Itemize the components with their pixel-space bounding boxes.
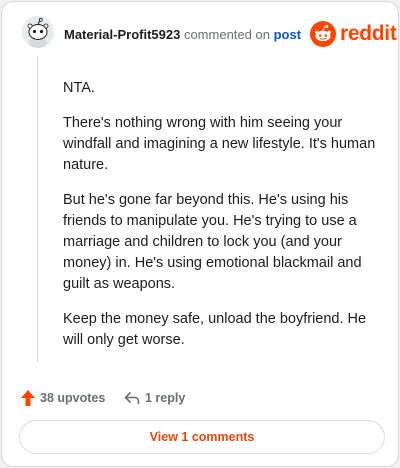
comment-card: Material-Profit5923 commented on post re… [1, 1, 399, 467]
author-name[interactable]: Material-Profit5923 [64, 27, 180, 42]
comment-paragraph: NTA. [63, 80, 95, 96]
reply-arrow-icon [124, 392, 140, 405]
post-link[interactable]: post [274, 27, 301, 42]
comment-header: Material-Profit5923 commented on post re… [2, 2, 398, 66]
view-comments-button[interactable]: View 1 comments [19, 420, 385, 454]
avatar[interactable] [22, 16, 54, 48]
author-line: Material-Profit5923 commented on post [64, 27, 301, 42]
snoo-avatar-icon [22, 16, 54, 48]
comment-paragraph: There's nothing wrong with him seeing yo… [63, 115, 376, 173]
commented-on-text: commented on [183, 27, 270, 42]
comment-body: NTA. There's nothing wrong with him seei… [63, 78, 385, 365]
reddit-wordmark: reddit [340, 22, 397, 45]
comment-actions: 38 upvotes 1 reply [2, 382, 398, 412]
reply-button[interactable]: 1 reply [124, 388, 185, 408]
thread-line[interactable] [37, 56, 38, 362]
comment-paragraph: Keep the money safe, unload the boyfrien… [63, 311, 367, 348]
upvote-arrow-icon [21, 390, 35, 406]
comment-paragraph: But he's gone far beyond this. He's usin… [63, 192, 362, 292]
reddit-snoo-icon [310, 21, 336, 47]
upvote-button[interactable]: 38 upvotes [20, 388, 105, 408]
reddit-logo[interactable]: reddit [310, 21, 397, 49]
reply-count: 1 reply [145, 391, 186, 405]
upvote-count: 38 upvotes [40, 391, 106, 405]
